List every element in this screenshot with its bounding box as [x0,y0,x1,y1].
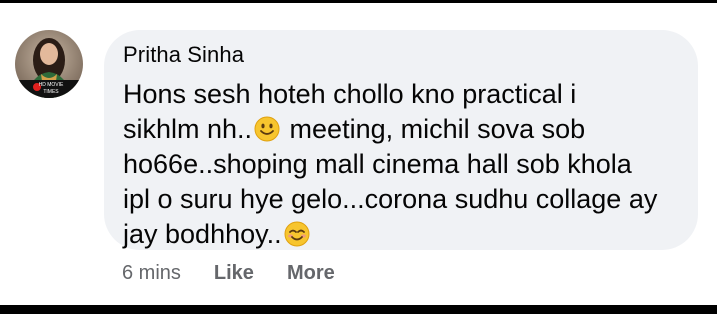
comment-author[interactable]: Pritha Sinha [123,42,244,68]
comment-actions: 6 mins Like More [122,260,335,286]
comment-line-part: jay bodhhoy.. [123,219,282,249]
profile-photo: HD MOVIE TIMES [15,30,83,98]
comment-line: ipl o suru hye gelo...corona sudhu colla… [123,184,658,214]
like-button[interactable]: Like [214,262,254,285]
avatar[interactable]: HD MOVIE TIMES [15,30,83,98]
more-button[interactable]: More [287,262,335,285]
comment-line: ho66e..shoping mall cinema hall sob khol… [123,149,632,179]
svg-text:HD MOVIE: HD MOVIE [39,82,64,88]
comment-line: Hons sesh hoteh chollo kno practical i [123,79,577,109]
smiling-face-with-smiling-eyes-icon [284,221,310,247]
svg-text:TIMES: TIMES [43,89,59,95]
comment-line-part: sikhlm nh.. [123,114,253,144]
comment-line: sikhlm nh.. meeting, michil sova sob [123,112,683,147]
slightly-smiling-face-icon [254,116,280,142]
comment-line: jay bodhhoy.. [123,217,683,252]
top-border [0,0,717,3]
bottom-border [0,305,717,314]
comment-bubble: Pritha Sinha Hons sesh hoteh chollo kno … [104,30,698,250]
comment-line-part: meeting, michil sova sob [282,114,586,144]
comment-text: Hons sesh hoteh chollo kno practical i s… [123,77,683,252]
comment-timestamp[interactable]: 6 mins [122,262,181,285]
